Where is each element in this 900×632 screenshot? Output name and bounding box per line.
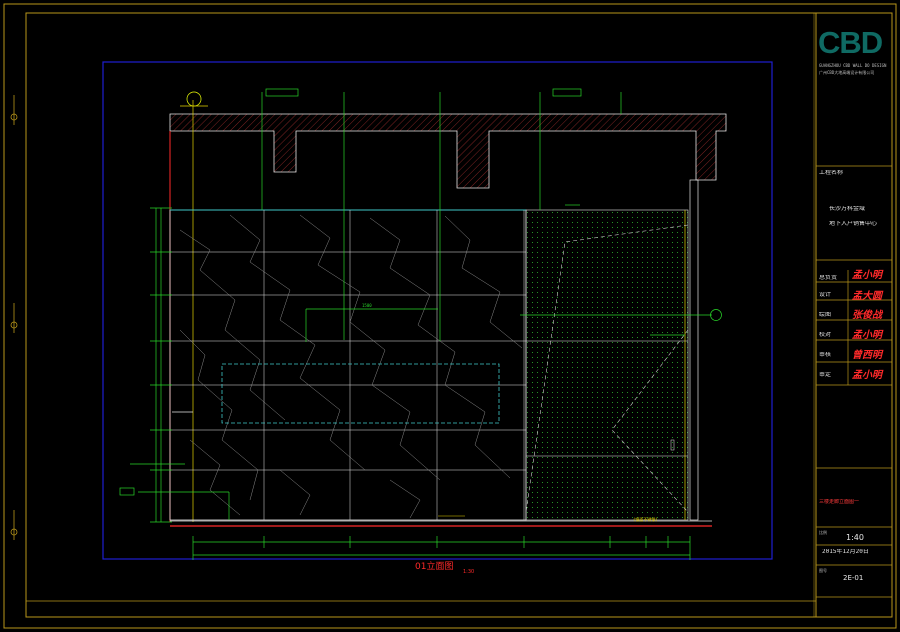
scale-value: 1:40 [846, 533, 864, 542]
drawing-caption-scale: 1:30 [463, 569, 475, 575]
right-wall [689, 179, 699, 521]
left-margin-marks [10, 95, 18, 540]
role-label: 设计 [819, 292, 832, 298]
signature: 孟小明 [852, 370, 882, 381]
company-logo: CBD [818, 25, 883, 60]
drawing-number: 2E-01 [843, 574, 864, 582]
signature: 孟大圆 [852, 291, 882, 302]
role-label: 审核 [819, 352, 832, 358]
drawing-name: 三楼走廊立面图一 [819, 499, 860, 505]
ceiling-slab [169, 113, 727, 189]
outer-frame [3, 3, 897, 629]
project-name: 长沙万科金域 [829, 206, 866, 212]
signature: 孟小明 [852, 270, 882, 281]
section-marker [186, 91, 202, 107]
signature: 曾西明 [852, 350, 882, 361]
role-label: 校对 [819, 332, 832, 338]
project-subtitle: 地下入户销售中心 [829, 221, 878, 227]
stone-wall-panel [169, 209, 527, 521]
dotted-panel [525, 209, 689, 521]
signature: 张俊战 [852, 310, 882, 321]
scale-label: 比例 [819, 530, 827, 535]
company-name-en: GUANGZHOU CBD WALL DO DESIGN [819, 63, 887, 68]
drawing-date: 2015年12月20日 [822, 549, 869, 555]
drawing-caption: 01立面图 [415, 562, 454, 572]
cad-drawing [3, 3, 897, 629]
horizontal-dimension-chain [192, 536, 691, 560]
vertical-dimension-chain [150, 207, 172, 523]
drawing-no-label: 图号 [819, 568, 827, 573]
role-label: 审定 [819, 372, 832, 378]
dimension-label: 1500 [362, 303, 372, 308]
company-name-cn: 广州CBD大地高端设计有限公司 [819, 70, 875, 75]
role-label: 绘图 [819, 312, 832, 318]
signature: 孟小明 [852, 330, 882, 341]
role-label: 总负责 [819, 275, 838, 281]
mirror-label: (镜面不锈钢) [633, 517, 658, 522]
project-label: 工程名称 [819, 170, 844, 176]
